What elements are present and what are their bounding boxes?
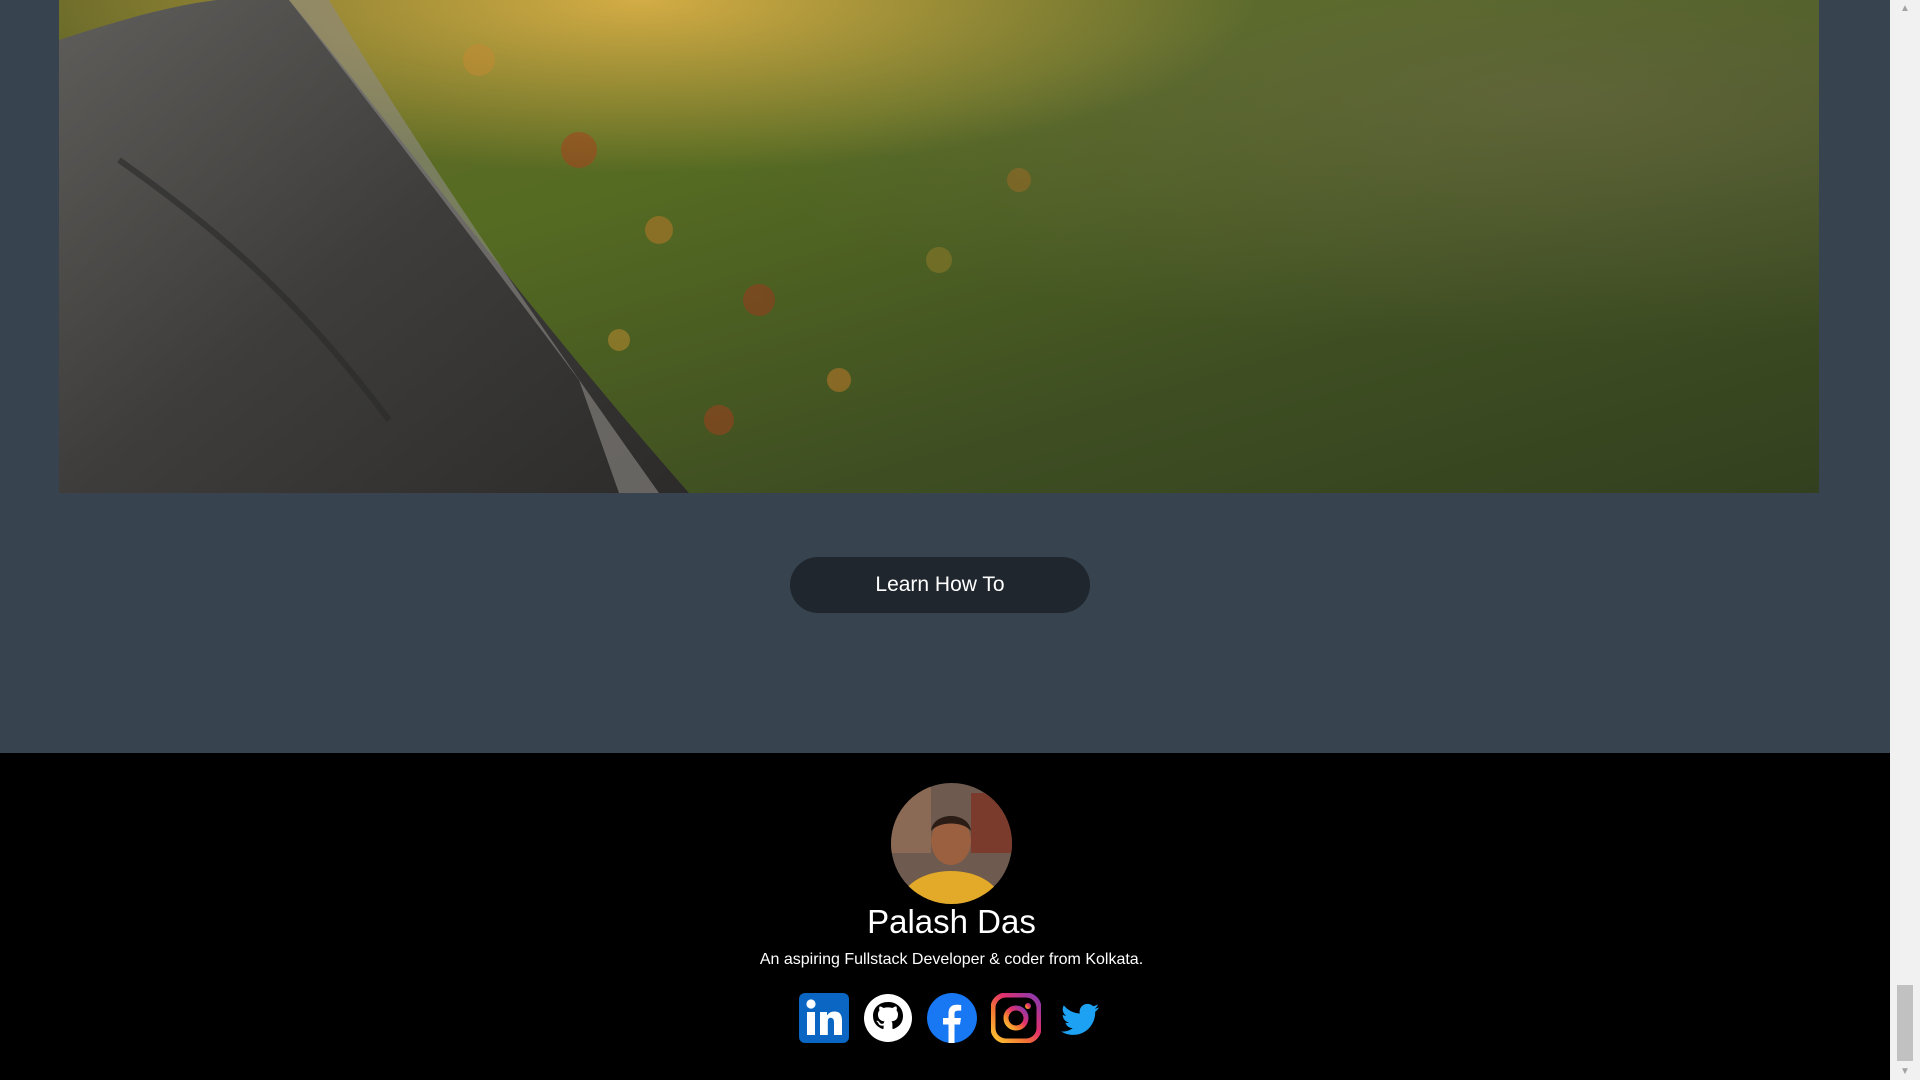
scrollbar-thumb[interactable]	[1897, 985, 1913, 1061]
scroll-down-arrow-icon[interactable]: ▼	[1890, 1063, 1920, 1080]
linkedin-icon	[798, 993, 849, 1043]
github-link[interactable]	[863, 993, 913, 1043]
facebook-icon	[926, 993, 977, 1043]
twitter-icon	[1060, 1003, 1099, 1035]
page-scrollbar[interactable]: ▲ ▼	[1890, 0, 1920, 1080]
linkedin-link[interactable]	[798, 993, 849, 1043]
hero-image	[59, 0, 1819, 493]
profile-photo	[891, 783, 1012, 904]
instagram-link[interactable]	[990, 992, 1041, 1044]
profile-tagline: An aspiring Fullstack Developer & coder …	[759, 951, 1144, 968]
avatar	[891, 783, 1012, 904]
facebook-link[interactable]	[926, 993, 977, 1043]
main-section: Learn How To	[0, 0, 1890, 753]
scroll-up-arrow-icon[interactable]: ▲	[1890, 0, 1920, 17]
instagram-icon	[990, 992, 1041, 1044]
profile-name: Palash Das	[867, 903, 1036, 940]
twitter-link[interactable]	[1055, 993, 1105, 1043]
learn-how-to-button[interactable]: Learn How To	[790, 557, 1090, 613]
footer: Palash Das An aspiring Fullstack Develop…	[0, 753, 1903, 1080]
github-icon	[863, 994, 912, 1042]
landscape-illustration	[59, 0, 1819, 493]
social-links	[0, 992, 1903, 1044]
